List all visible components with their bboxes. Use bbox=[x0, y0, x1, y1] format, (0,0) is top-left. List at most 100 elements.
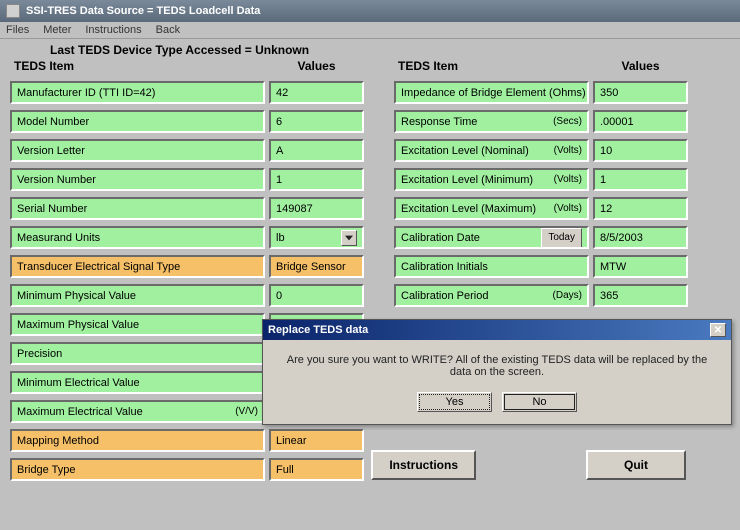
today-button[interactable]: Today bbox=[541, 228, 582, 248]
teds-value-text: 10 bbox=[600, 143, 612, 159]
teds-value-field[interactable]: 365 bbox=[593, 284, 688, 307]
teds-item-label-text: Manufacturer ID (TTI ID=42) bbox=[17, 85, 155, 101]
teds-item-label-text: Mapping Method bbox=[17, 433, 99, 449]
teds-value-field[interactable]: 149087 bbox=[269, 197, 364, 220]
header-item-right: TEDS Item bbox=[394, 59, 589, 75]
teds-value-text: A bbox=[276, 143, 283, 159]
header-values-left: Values bbox=[269, 59, 364, 75]
teds-value-text: 1 bbox=[276, 172, 282, 188]
teds-value-text: 149087 bbox=[276, 201, 313, 217]
app-icon bbox=[6, 4, 20, 18]
teds-item-label-text: Maximum Physical Value bbox=[17, 317, 139, 333]
modal-titlebar: Replace TEDS data ✕ bbox=[263, 320, 731, 340]
teds-item-label: Minimum Electrical Value bbox=[10, 371, 265, 394]
teds-value-field[interactable]: 350 bbox=[593, 81, 688, 104]
window-titlebar: SSI-TRES Data Source = TEDS Loadcell Dat… bbox=[0, 0, 740, 22]
subtitle: Last TEDS Device Type Accessed = Unknown bbox=[10, 43, 730, 59]
close-icon[interactable]: ✕ bbox=[710, 323, 726, 337]
teds-item-label: Excitation Level (Minimum) (Volts) bbox=[394, 168, 589, 191]
teds-item-label: Excitation Level (Nominal) (Volts) bbox=[394, 139, 589, 162]
teds-item-label-text: Version Letter bbox=[17, 143, 85, 159]
teds-item-label: Maximum Physical Value bbox=[10, 313, 265, 336]
bottom-button-row: Instructions Quit bbox=[0, 450, 740, 480]
teds-item-label-text: Impedance of Bridge Element (Ohms) bbox=[401, 85, 586, 101]
no-button[interactable]: No bbox=[502, 392, 577, 412]
teds-value-text: 8/5/2003 bbox=[600, 230, 643, 246]
teds-value-field[interactable]: 10 bbox=[593, 139, 688, 162]
unit-tag: (Days) bbox=[553, 288, 582, 304]
modal-title: Replace TEDS data bbox=[268, 324, 368, 336]
unit-tag: (V/V) bbox=[235, 404, 258, 420]
teds-item-label: Excitation Level (Maximum) (Volts) bbox=[394, 197, 589, 220]
teds-item-label: Version Number bbox=[10, 168, 265, 191]
teds-item-label: Mapping Method bbox=[10, 429, 265, 452]
teds-value-field[interactable]: Bridge Sensor bbox=[269, 255, 364, 278]
teds-value-text: 365 bbox=[600, 288, 618, 304]
teds-item-label: Transducer Electrical Signal Type bbox=[10, 255, 265, 278]
teds-value-field[interactable]: Linear bbox=[269, 429, 364, 452]
teds-item-label: Calibration Period (Days) bbox=[394, 284, 589, 307]
header-values-right: Values bbox=[593, 59, 688, 75]
teds-value-field[interactable]: A bbox=[269, 139, 364, 162]
unit-tag: (Volts) bbox=[554, 201, 582, 217]
teds-value-text: 6 bbox=[276, 114, 282, 130]
teds-item-label-text: Minimum Electrical Value bbox=[17, 375, 140, 391]
teds-value-field[interactable]: 1 bbox=[269, 168, 364, 191]
instructions-button[interactable]: Instructions bbox=[371, 450, 476, 480]
menu-back[interactable]: Back bbox=[156, 24, 180, 36]
teds-item-label-text: Excitation Level (Minimum) bbox=[401, 172, 533, 188]
teds-item-label: Serial Number bbox=[10, 197, 265, 220]
unit-tag: (Secs) bbox=[553, 114, 582, 130]
quit-button[interactable]: Quit bbox=[586, 450, 686, 480]
teds-value-text: lb bbox=[276, 230, 285, 246]
teds-item-label-text: Precision bbox=[17, 346, 62, 362]
teds-value-field[interactable]: 6 bbox=[269, 110, 364, 133]
menu-files[interactable]: Files bbox=[6, 24, 29, 36]
teds-item-label-text: Calibration Date bbox=[401, 230, 480, 246]
teds-value-text: Linear bbox=[276, 433, 307, 449]
teds-value-text: Bridge Sensor bbox=[276, 259, 346, 275]
teds-item-label: Measurand Units bbox=[10, 226, 265, 249]
teds-item-label-text: Minimum Physical Value bbox=[17, 288, 136, 304]
header-item-left: TEDS Item bbox=[10, 59, 265, 75]
unit-tag: (Volts) bbox=[554, 143, 582, 159]
teds-value-text: 1 bbox=[600, 172, 606, 188]
teds-item-label: Impedance of Bridge Element (Ohms) bbox=[394, 81, 589, 104]
teds-item-label-text: Version Number bbox=[17, 172, 96, 188]
yes-button[interactable]: Yes bbox=[417, 392, 492, 412]
teds-item-label: Calibration Date Today bbox=[394, 226, 589, 249]
teds-item-label: Response Time (Secs) bbox=[394, 110, 589, 133]
teds-item-label-text: Response Time bbox=[401, 114, 477, 130]
teds-value-field[interactable]: 1 bbox=[593, 168, 688, 191]
teds-item-label-text: Excitation Level (Nominal) bbox=[401, 143, 529, 159]
teds-value-field[interactable]: 0 bbox=[269, 284, 364, 307]
teds-item-label: Model Number bbox=[10, 110, 265, 133]
teds-value-field[interactable]: .00001 bbox=[593, 110, 688, 133]
unit-tag: (Volts) bbox=[554, 172, 582, 188]
teds-item-label-text: Measurand Units bbox=[17, 230, 100, 246]
teds-item-label: Minimum Physical Value bbox=[10, 284, 265, 307]
teds-item-label-text: Transducer Electrical Signal Type bbox=[17, 259, 180, 275]
teds-item-label: Precision bbox=[10, 342, 265, 365]
teds-value-text: 12 bbox=[600, 201, 612, 217]
modal-button-row: Yes No bbox=[263, 386, 731, 424]
teds-item-label-text: Calibration Period bbox=[401, 288, 488, 304]
teds-item-label-text: Excitation Level (Maximum) bbox=[401, 201, 536, 217]
teds-item-label-text: Maximum Electrical Value bbox=[17, 404, 143, 420]
modal-message: Are you sure you want to WRITE? All of t… bbox=[263, 340, 731, 386]
menubar: Files Meter Instructions Back bbox=[0, 22, 740, 39]
teds-value-field[interactable]: 12 bbox=[593, 197, 688, 220]
window-title: SSI-TRES Data Source = TEDS Loadcell Dat… bbox=[26, 5, 260, 17]
replace-teds-modal: Replace TEDS data ✕ Are you sure you wan… bbox=[262, 319, 732, 425]
teds-value-text: 0 bbox=[276, 288, 282, 304]
menu-instructions[interactable]: Instructions bbox=[85, 24, 141, 36]
chevron-down-icon[interactable] bbox=[341, 230, 357, 246]
teds-value-field[interactable]: MTW bbox=[593, 255, 688, 278]
teds-value-field[interactable]: 42 bbox=[269, 81, 364, 104]
teds-item-label-text: Model Number bbox=[17, 114, 89, 130]
teds-value-field[interactable]: lb bbox=[269, 226, 364, 249]
menu-meter[interactable]: Meter bbox=[43, 24, 71, 36]
teds-item-label-text: Serial Number bbox=[17, 201, 87, 217]
teds-item-label-text: Calibration Initials bbox=[401, 259, 488, 275]
teds-value-field[interactable]: 8/5/2003 bbox=[593, 226, 688, 249]
